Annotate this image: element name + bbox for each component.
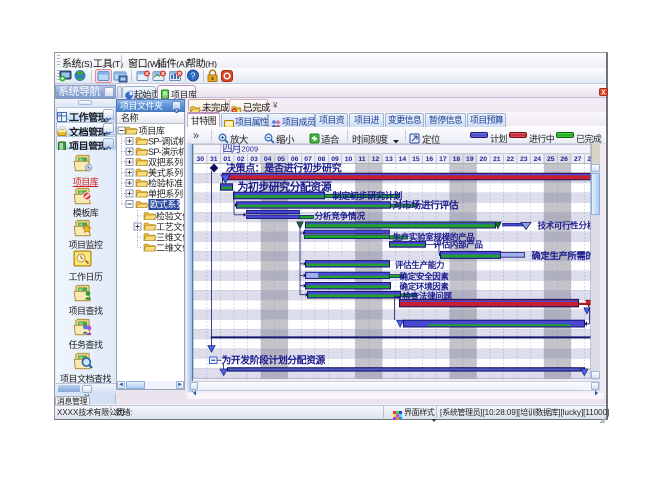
svg-text:评估内部产品: 评估内部产品 xyxy=(433,240,483,250)
svg-text:检验标准: 检验标准 xyxy=(148,178,183,189)
svg-text:评估生产能力: 评估生产能力 xyxy=(395,260,444,270)
svg-text:05: 05 xyxy=(277,156,285,163)
svg-text:16: 16 xyxy=(425,156,433,163)
svg-text:24: 24 xyxy=(533,156,541,163)
svg-text:02: 02 xyxy=(236,156,244,163)
svg-text:15: 15 xyxy=(412,156,420,163)
svg-text:技术可行性分析: 技术可行性分析 xyxy=(537,220,591,230)
svg-text:为开发阶段计划分配资源: 为开发阶段计划分配资源 xyxy=(221,354,325,367)
svg-text:欧式系列: 欧式系列 xyxy=(150,199,184,210)
svg-text:四月: 四月 xyxy=(222,144,240,155)
svg-text:检验文件: 检验文件 xyxy=(156,211,184,222)
svg-text:项目库: 项目库 xyxy=(139,125,165,136)
svg-text:确定生产所需的加工: 确定生产所需的加工 xyxy=(531,250,591,261)
svg-text:04: 04 xyxy=(263,156,271,163)
svg-text:21: 21 xyxy=(493,156,501,163)
svg-text:2009: 2009 xyxy=(241,145,258,154)
svg-text:25: 25 xyxy=(546,156,554,163)
svg-text:SP-演示机系: SP-演示机系 xyxy=(148,146,184,157)
svg-text:09: 09 xyxy=(331,156,339,163)
svg-text:13: 13 xyxy=(385,156,393,163)
svg-text:分析竞争情况: 分析竞争情况 xyxy=(314,210,365,221)
svg-text:为初步研究分配资源: 为初步研究分配资源 xyxy=(237,180,331,194)
svg-text:23: 23 xyxy=(519,156,527,163)
svg-text:17: 17 xyxy=(439,156,447,163)
svg-text:07: 07 xyxy=(304,156,312,163)
svg-text:18: 18 xyxy=(452,156,460,163)
svg-text:19: 19 xyxy=(466,156,474,163)
svg-text:制定初步研究计划: 制定初步研究计划 xyxy=(332,190,402,201)
svg-text:03: 03 xyxy=(250,156,258,163)
svg-text:双把系列: 双把系列 xyxy=(148,157,183,168)
svg-text:11: 11 xyxy=(358,156,365,163)
svg-text:决策点：是否进行初步研究: 决策点：是否进行初步研究 xyxy=(226,162,342,175)
svg-text:22: 22 xyxy=(506,156,514,163)
svg-text:14: 14 xyxy=(398,156,406,163)
svg-text:确定安全因素: 确定安全因素 xyxy=(399,272,449,282)
svg-text:10: 10 xyxy=(344,156,352,163)
svg-text:SP-调试机系: SP-调试机系 xyxy=(148,136,184,147)
svg-text:单把系列: 单把系列 xyxy=(148,188,183,199)
svg-text:美式系列: 美式系列 xyxy=(148,167,183,178)
svg-text:06: 06 xyxy=(290,156,298,163)
svg-text:08: 08 xyxy=(317,156,325,163)
svg-text:?: ? xyxy=(191,71,196,81)
svg-text:对市场进行评估: 对市场进行评估 xyxy=(392,198,458,211)
svg-text:二维文件: 二维文件 xyxy=(156,242,184,253)
svg-text:26: 26 xyxy=(560,156,568,163)
svg-text:01: 01 xyxy=(223,156,231,163)
svg-text:27: 27 xyxy=(573,156,581,163)
svg-text:31: 31 xyxy=(209,156,217,163)
svg-text:三维文件: 三维文件 xyxy=(156,232,184,243)
svg-text:工艺文件: 工艺文件 xyxy=(156,221,184,232)
svg-text:30: 30 xyxy=(196,156,204,163)
svg-text:20: 20 xyxy=(479,156,487,163)
svg-text:12: 12 xyxy=(371,156,379,163)
